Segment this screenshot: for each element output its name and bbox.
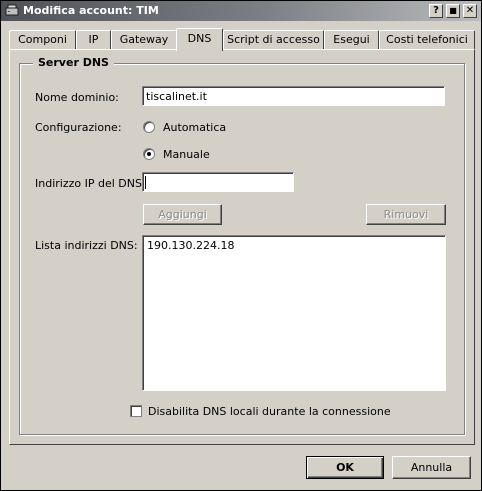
close-button[interactable]: ✕ — [463, 4, 477, 18]
dns-ip-label: Indirizzo IP del DNS: — [35, 177, 146, 190]
dialog-window: Modifica account: TIM ? ■ ✕ Componi IP G… — [0, 0, 482, 491]
tab-ip[interactable]: IP — [76, 30, 111, 49]
configuration-label: Configurazione: — [35, 121, 122, 134]
radio-manual[interactable] — [143, 148, 155, 160]
help-button[interactable]: ? — [429, 4, 443, 18]
maximize-icon: ■ — [449, 6, 457, 15]
remove-button[interactable]: Rimuovi — [366, 204, 446, 225]
tab-componi[interactable]: Componi — [9, 30, 76, 49]
add-button[interactable]: Aggiungi — [143, 204, 222, 225]
disable-local-dns-checkbox[interactable] — [130, 405, 142, 417]
title-bar[interactable]: Modifica account: TIM ? ■ ✕ — [1, 1, 481, 21]
tab-bar: Componi IP Gateway DNS Script di accesso… — [9, 28, 475, 51]
radio-automatic[interactable] — [143, 121, 155, 133]
text-cursor — [145, 176, 146, 189]
radio-automatic-label[interactable]: Automatica — [163, 121, 226, 134]
group-title: Server DNS — [33, 56, 114, 69]
tab-dns[interactable]: DNS — [176, 28, 223, 51]
window-title: Modifica account: TIM — [23, 4, 159, 17]
dns-list-label: Lista indirizzi DNS: — [35, 239, 138, 252]
tab-script-di-accesso[interactable]: Script di accesso — [223, 30, 324, 49]
help-icon: ? — [433, 5, 439, 16]
dns-ip-input[interactable] — [142, 172, 294, 192]
domain-input[interactable] — [142, 86, 445, 106]
tab-costi-telefonici[interactable]: Costi telefonici — [379, 30, 475, 49]
modem-icon — [5, 4, 19, 16]
domain-label: Nome dominio: — [35, 91, 119, 104]
ok-button[interactable]: OK — [306, 456, 384, 479]
list-item[interactable]: 190.130.224.18 — [147, 239, 234, 252]
disable-local-dns-label[interactable]: Disabilita DNS locali durante la conness… — [148, 405, 391, 418]
close-icon: ✕ — [465, 5, 475, 16]
tab-esegui[interactable]: Esegui — [324, 30, 379, 49]
cancel-button[interactable]: Annulla — [392, 456, 471, 479]
tab-gateway[interactable]: Gateway — [111, 30, 177, 49]
dns-address-list[interactable]: 190.130.224.18 — [142, 235, 446, 391]
maximize-button[interactable]: ■ — [446, 4, 460, 18]
radio-manual-label[interactable]: Manuale — [163, 148, 210, 161]
